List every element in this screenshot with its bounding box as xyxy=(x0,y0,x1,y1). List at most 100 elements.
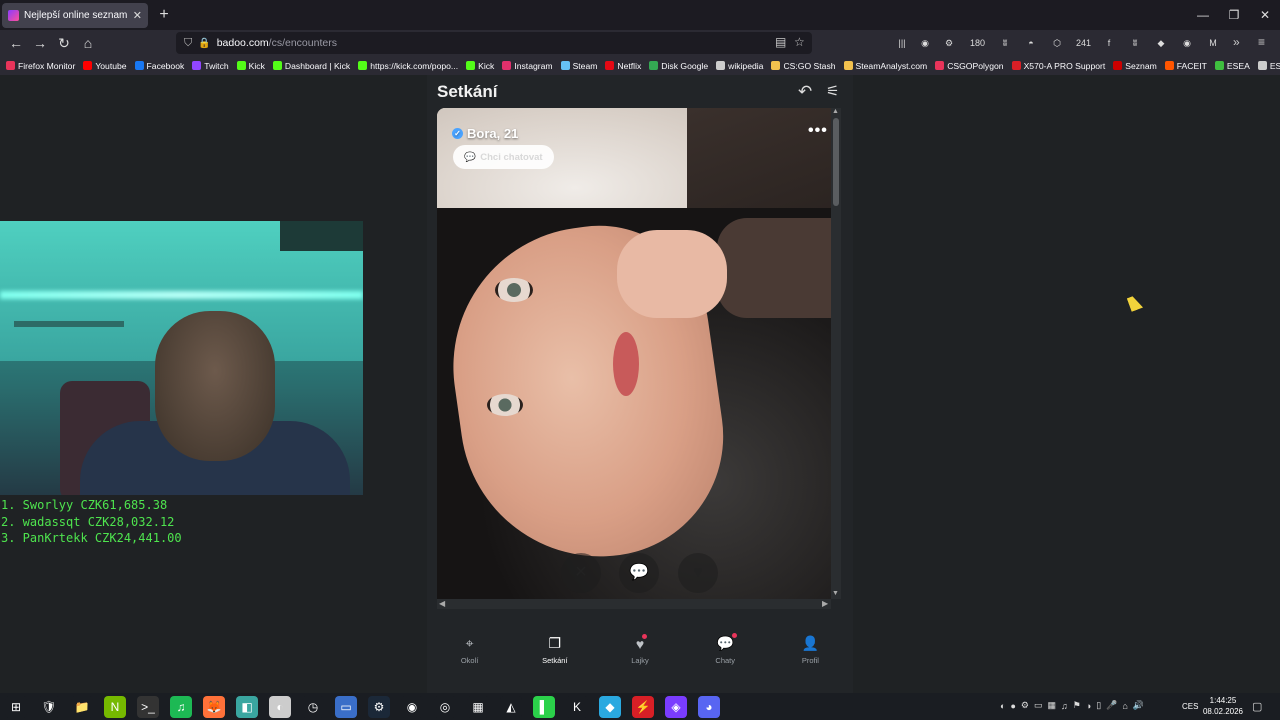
bookmark-item[interactable]: Kick xyxy=(466,61,494,71)
bookmark-item[interactable]: CS:GO Stash xyxy=(771,61,836,71)
bookmarks-overflow-icon[interactable]: » xyxy=(1258,58,1264,70)
app-13[interactable]: ◉ xyxy=(401,696,423,718)
want-to-chat-button[interactable]: 💬 Chci chatovat xyxy=(453,145,554,169)
bookmark-item[interactable]: https://kick.com/popo... xyxy=(358,61,458,71)
kick-app[interactable]: K xyxy=(566,696,588,718)
tray-icon[interactable]: 🔊 xyxy=(1133,700,1144,711)
like-button[interactable]: ♥ xyxy=(678,553,718,593)
new-tab-button[interactable]: + xyxy=(156,5,172,25)
steam-ext-icon[interactable]: ⚙ xyxy=(942,36,956,50)
bookmark-item[interactable]: FACEIT xyxy=(1164,61,1207,71)
tray-icon[interactable]: ● xyxy=(1010,701,1015,711)
firefox-app[interactable]: 🦊 xyxy=(203,696,225,718)
bookmark-item[interactable]: Instagram xyxy=(502,61,553,71)
extensions-icon[interactable]: ⬡ xyxy=(1050,36,1064,50)
nav-lajky[interactable]: ♥ Lajky xyxy=(597,620,682,680)
dislike-button[interactable]: ✕ xyxy=(561,553,601,593)
shield-icon[interactable]: ⛉ xyxy=(184,37,192,50)
filter-icon[interactable]: ⚟ xyxy=(826,82,839,100)
app-16[interactable]: ◭ xyxy=(500,696,522,718)
system-clock[interactable]: 1:44:25 08.02.2026 xyxy=(1199,695,1247,717)
bookmark-item[interactable]: Youtube xyxy=(83,61,127,71)
file-explorer-app[interactable]: 📁 xyxy=(71,696,93,718)
tray-icon[interactable]: ⌂ xyxy=(1122,701,1127,711)
account-icon[interactable]: ◉ xyxy=(918,36,932,50)
bookmark-item[interactable]: ESEA xyxy=(1214,61,1250,71)
bookmark-item[interactable]: Netflix xyxy=(605,61,641,71)
horizontal-scrollbar[interactable] xyxy=(437,599,831,609)
back-button[interactable]: ← xyxy=(6,33,26,53)
overflow-menu-icon[interactable]: » xyxy=(1233,35,1240,49)
ext-icon[interactable]: ʬ xyxy=(998,36,1012,50)
terminal-app[interactable]: >_ xyxy=(137,696,159,718)
security-app[interactable]: 🛡 xyxy=(38,696,60,718)
bookmark-item[interactable]: Twitch xyxy=(192,61,229,71)
badge-ext-icon[interactable]: 241 xyxy=(1076,36,1091,50)
lock-icon[interactable]: 🔒 xyxy=(198,38,210,49)
bookmark-item[interactable]: Seznam xyxy=(1113,61,1157,71)
app-9[interactable]: ◐ xyxy=(269,696,291,718)
app-21[interactable]: ◈ xyxy=(665,696,687,718)
bookmark-item[interactable]: SteamAnalyst.com xyxy=(843,61,927,71)
app-19[interactable]: ◆ xyxy=(599,696,621,718)
nav-okoli[interactable]: ⌖ Okolí xyxy=(427,620,512,680)
bookmark-item[interactable]: CSGOPolygon xyxy=(935,61,1004,71)
ext-icon[interactable]: M xyxy=(1206,36,1220,50)
tray-icon[interactable]: ⚙ xyxy=(1021,700,1029,711)
bookmark-item[interactable]: Facebook xyxy=(134,61,184,71)
hamburger-menu-icon[interactable]: ≡ xyxy=(1258,35,1265,49)
ext-icon[interactable]: f xyxy=(1102,36,1116,50)
address-bar[interactable]: ⛉ 🔒 badoo.com/cs/encounters xyxy=(176,32,812,54)
nav-chaty[interactable]: 💬 Chaty xyxy=(683,620,768,680)
notification-icon[interactable]: ▢ xyxy=(1252,700,1262,713)
reader-view-icon[interactable]: ▤ xyxy=(775,35,786,49)
browser-tab[interactable]: Nejlepší online seznamka zdarm ✕ xyxy=(2,3,148,28)
scroll-left-icon[interactable]: ◀ xyxy=(439,599,445,608)
ext-icon[interactable]: ◉ xyxy=(1180,36,1194,50)
bookmark-item[interactable]: X570-A PRO Support xyxy=(1011,61,1105,71)
reload-button[interactable]: ↻ xyxy=(54,33,74,53)
badge-ext-icon[interactable]: 180 xyxy=(970,36,985,50)
tray-icon[interactable]: ◐ xyxy=(1000,701,1005,711)
steam-app[interactable]: ⚙ xyxy=(368,696,390,718)
scroll-down-icon[interactable]: ▼ xyxy=(832,590,839,597)
tray-icon[interactable]: ▯ xyxy=(1096,700,1101,711)
tray-icon[interactable]: 🎤 xyxy=(1106,700,1117,711)
profile-photo[interactable] xyxy=(437,108,831,599)
more-options-icon[interactable]: ••• xyxy=(808,122,828,140)
bookmark-item[interactable]: Steam xyxy=(560,61,597,71)
nav-profil[interactable]: 👤 Profil xyxy=(768,620,853,680)
discord-app[interactable]: ◕ xyxy=(698,696,720,718)
calculator-app[interactable]: ▦ xyxy=(467,696,489,718)
app-14[interactable]: ◎ xyxy=(434,696,456,718)
nvidia-app[interactable]: N xyxy=(104,696,126,718)
app-20[interactable]: ⚡ xyxy=(632,696,654,718)
tray-icon[interactable]: ♫ xyxy=(1061,701,1068,711)
ext-icon[interactable]: ʬ xyxy=(1128,36,1142,50)
tray-icon[interactable]: ▦ xyxy=(1047,700,1056,711)
scrollbar-thumb[interactable] xyxy=(833,118,839,206)
bookmark-item[interactable]: Disk Google xyxy=(649,61,708,71)
scroll-right-icon[interactable]: ▶ xyxy=(822,599,828,608)
minimize-button[interactable]: — xyxy=(1188,4,1218,26)
chat-action-button[interactable]: 💬 xyxy=(619,553,659,593)
start-button[interactable]: ⊞ xyxy=(5,696,27,718)
tray-icon[interactable]: ◑ xyxy=(1086,701,1091,711)
ext-icon[interactable]: ◓ xyxy=(1024,36,1038,50)
home-button[interactable]: ⌂ xyxy=(78,33,98,53)
app-17[interactable]: ▌ xyxy=(533,696,555,718)
bookmark-item[interactable]: Firefox Monitor xyxy=(6,61,75,71)
clock-app[interactable]: ◷ xyxy=(302,696,324,718)
forward-button[interactable]: → xyxy=(30,33,50,53)
scroll-up-icon[interactable]: ▲ xyxy=(832,108,839,115)
library-icon[interactable]: ||| xyxy=(895,36,909,50)
close-window-button[interactable]: ✕ xyxy=(1250,4,1280,26)
tray-icon[interactable]: ▭ xyxy=(1034,700,1043,711)
language-indicator[interactable]: CES xyxy=(1182,702,1198,711)
spotify-app[interactable]: ♫ xyxy=(170,696,192,718)
bookmark-item[interactable]: wikipedia xyxy=(716,61,763,71)
bookmark-star-icon[interactable]: ☆ xyxy=(794,35,805,49)
bookmark-item[interactable]: Dashboard | Kick xyxy=(272,61,350,71)
ext-icon[interactable]: ◆ xyxy=(1154,36,1168,50)
undo-icon[interactable]: ↶ xyxy=(798,82,812,102)
